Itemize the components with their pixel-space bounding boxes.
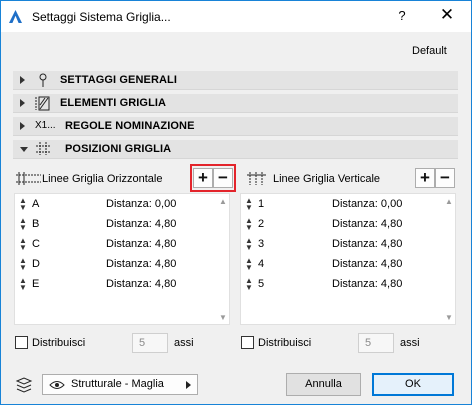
- grid-positions-icon: [36, 142, 50, 155]
- distribute-vertical-checkbox[interactable]: [241, 336, 254, 349]
- reorder-handle-icon[interactable]: ▲ ▼: [19, 257, 27, 272]
- line-distance: Distanza: 0,00: [332, 198, 403, 210]
- title-bar: Settaggi Sistema Griglia... ? ✕: [1, 1, 471, 32]
- axes-label: assi: [174, 337, 194, 349]
- line-name: 4: [258, 258, 265, 270]
- horizontal-distribute: Distribuisci: [15, 333, 105, 353]
- list-item[interactable]: ▲ ▼ A Distanza: 0,00: [15, 195, 215, 215]
- list-item[interactable]: ▲ ▼ 3 Distanza: 4,80: [241, 235, 441, 255]
- line-distance: Distanza: 4,80: [106, 238, 177, 250]
- horizontal-lines-list[interactable]: ▲ ▼ A Distanza: 0,00 ▲ ▼ B Distanza: 4,80 …: [14, 193, 230, 325]
- line-distance: Distanza: 4,80: [332, 278, 403, 290]
- vertical-grid-lines-icon: [247, 172, 266, 185]
- list-item[interactable]: ▲ ▼ 5 Distanza: 4,80: [241, 275, 441, 295]
- vertical-add-remove: + −: [415, 168, 455, 188]
- section-label: SETTAGGI GENERALI: [60, 74, 178, 86]
- pin-icon: [39, 73, 47, 87]
- scroll-up-icon[interactable]: ▲: [219, 197, 227, 206]
- reorder-handle-icon[interactable]: ▲ ▼: [19, 237, 27, 252]
- reorder-handle-icon[interactable]: ▲ ▼: [245, 197, 253, 212]
- close-button[interactable]: ✕: [438, 6, 456, 24]
- list-item[interactable]: ▲ ▼ E Distanza: 4,80: [15, 275, 215, 295]
- layers-icon: [15, 377, 33, 393]
- line-name: D: [32, 258, 40, 270]
- window-title: Settaggi Sistema Griglia...: [32, 10, 171, 24]
- expand-arrow-icon: [20, 122, 25, 130]
- line-distance: Distanza: 4,80: [106, 278, 177, 290]
- list-item[interactable]: ▲ ▼ 2 Distanza: 4,80: [241, 215, 441, 235]
- vertical-lines-label: Linee Griglia Verticale: [273, 173, 381, 185]
- dropdown-arrow-icon: [186, 381, 191, 389]
- list-item[interactable]: ▲ ▼ D Distanza: 4,80: [15, 255, 215, 275]
- add-horizontal-line-button[interactable]: +: [193, 168, 213, 188]
- dialog-window: Settaggi Sistema Griglia... ? ✕ Default …: [0, 0, 472, 405]
- section-settaggi-generali[interactable]: SETTAGGI GENERALI: [13, 71, 458, 90]
- default-label: Default: [412, 45, 447, 57]
- reorder-handle-icon[interactable]: ▲ ▼: [245, 217, 253, 232]
- vertical-lines-list[interactable]: ▲ ▼ 1 Distanza: 0,00 ▲ ▼ 2 Distanza: 4,80 …: [240, 193, 456, 325]
- collapse-arrow-icon: [20, 147, 28, 152]
- expand-arrow-icon: [20, 76, 25, 84]
- archicad-app-icon: [9, 10, 22, 23]
- line-name: C: [32, 238, 40, 250]
- list-item[interactable]: ▲ ▼ 1 Distanza: 0,00: [241, 195, 441, 215]
- section-posizioni-griglia[interactable]: POSIZIONI GRIGLIA: [13, 140, 458, 159]
- list-item[interactable]: ▲ ▼ B Distanza: 4,80: [15, 215, 215, 235]
- remove-horizontal-line-button[interactable]: −: [213, 168, 233, 188]
- eye-icon: [49, 381, 65, 389]
- line-distance: Distanza: 4,80: [106, 218, 177, 230]
- line-distance: Distanza: 4,80: [332, 238, 403, 250]
- distribute-horizontal-checkbox[interactable]: [15, 336, 28, 349]
- distribute-label: Distribuisci: [258, 337, 312, 349]
- vertical-distribute: Distribuisci: [241, 333, 331, 353]
- line-name: 5: [258, 278, 265, 290]
- vertical-axes-count-input[interactable]: 5: [358, 333, 394, 353]
- vertical-lines-header: Linee Griglia Verticale: [246, 169, 416, 189]
- horizontal-lines-header: Linee Griglia Orizzontale: [15, 169, 185, 189]
- ok-button[interactable]: OK: [372, 373, 454, 396]
- scroll-down-icon[interactable]: ▼: [445, 313, 453, 322]
- reorder-handle-icon[interactable]: ▲ ▼: [245, 237, 253, 252]
- horizontal-axes-count-input[interactable]: 5: [132, 333, 168, 353]
- line-distance: Distanza: 4,80: [106, 258, 177, 270]
- axes-label: assi: [400, 337, 420, 349]
- help-button[interactable]: ?: [395, 8, 409, 23]
- line-name: 1: [258, 198, 265, 210]
- line-distance: Distanza: 0,00: [106, 198, 177, 210]
- layer-dropdown[interactable]: Strutturale - Maglia: [42, 374, 198, 395]
- reorder-handle-icon[interactable]: ▲ ▼: [245, 277, 253, 292]
- horizontal-add-remove: + −: [193, 168, 233, 188]
- line-name: 2: [258, 218, 265, 230]
- line-name: E: [32, 278, 40, 290]
- cancel-button[interactable]: Annulla: [286, 373, 361, 396]
- section-label: ELEMENTI GRIGLIA: [60, 97, 167, 109]
- reorder-handle-icon[interactable]: ▲ ▼: [19, 277, 27, 292]
- distribute-label: Distribuisci: [32, 337, 86, 349]
- reorder-handle-icon[interactable]: ▲ ▼: [245, 257, 253, 272]
- layer-dropdown-value: Strutturale - Maglia: [71, 378, 164, 390]
- remove-vertical-line-button[interactable]: −: [435, 168, 455, 188]
- section-label: POSIZIONI GRIGLIA: [65, 143, 172, 155]
- expand-arrow-icon: [20, 99, 25, 107]
- naming-icon: X1...: [35, 120, 56, 131]
- line-name: A: [32, 198, 40, 210]
- horizontal-grid-lines-icon: [16, 172, 41, 185]
- line-distance: Distanza: 4,80: [332, 218, 403, 230]
- add-vertical-line-button[interactable]: +: [415, 168, 435, 188]
- scroll-down-icon[interactable]: ▼: [219, 313, 227, 322]
- horizontal-lines-label: Linee Griglia Orizzontale: [42, 173, 163, 185]
- list-item[interactable]: ▲ ▼ C Distanza: 4,80: [15, 235, 215, 255]
- scroll-up-icon[interactable]: ▲: [445, 197, 453, 206]
- grid-element-icon: [35, 96, 50, 111]
- reorder-handle-icon[interactable]: ▲ ▼: [19, 197, 27, 212]
- section-elementi-griglia[interactable]: ELEMENTI GRIGLIA: [13, 94, 458, 113]
- line-name: 3: [258, 238, 265, 250]
- section-label: REGOLE NOMINAZIONE: [65, 120, 195, 132]
- section-regole-nominazione[interactable]: X1... REGOLE NOMINAZIONE: [13, 117, 458, 136]
- list-item[interactable]: ▲ ▼ 4 Distanza: 4,80: [241, 255, 441, 275]
- reorder-handle-icon[interactable]: ▲ ▼: [19, 217, 27, 232]
- line-distance: Distanza: 4,80: [332, 258, 403, 270]
- line-name: B: [32, 218, 40, 230]
